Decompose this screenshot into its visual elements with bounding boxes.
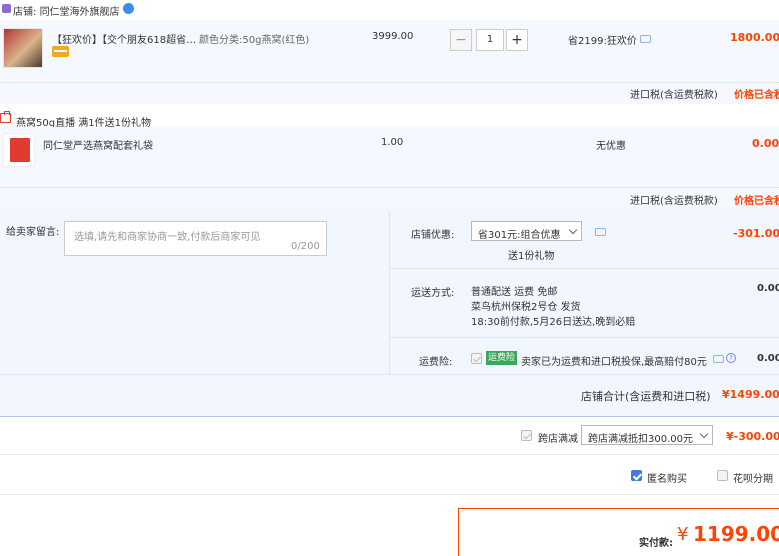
item-1-tax-value: 价格已含税 <box>734 90 779 101</box>
cross-store-select[interactable]: 跨店满减抵扣300.00元 <box>581 425 713 445</box>
item-2-tax-label: 进口税(含运费税款) <box>630 196 718 207</box>
shipping-label: 运送方式: <box>411 288 455 299</box>
insurance-checkbox <box>471 353 482 364</box>
cross-store-checkbox <box>521 430 532 441</box>
store-verified-icon <box>123 3 134 14</box>
item-2-price: 1.00 <box>381 137 404 148</box>
anonymous-label: 匿名购买 <box>647 474 687 485</box>
divider <box>389 212 390 374</box>
item-1-discount: 省2199:狂欢价 <box>568 36 637 47</box>
store-discount-value: -301.00 <box>733 227 779 240</box>
divider <box>390 268 779 269</box>
store-label: 店铺: <box>13 7 37 18</box>
divider <box>0 454 779 455</box>
divider <box>0 374 779 375</box>
installment-label: 花呗分期 <box>733 474 773 485</box>
message-placeholder: 选填,请先和商家协商一致,付款后商家可见 <box>74 232 261 243</box>
help-icon[interactable]: ? <box>726 353 736 363</box>
chat-icon[interactable] <box>640 35 651 43</box>
store-icon <box>2 4 11 13</box>
payment-label: 实付款: <box>639 538 673 549</box>
store-total-value: ¥1499.00 <box>722 388 779 401</box>
chat-icon[interactable] <box>713 355 724 363</box>
chevron-down-icon <box>568 225 578 235</box>
chat-icon[interactable] <box>595 228 606 236</box>
cross-store-label: 跨店满减 <box>538 434 578 445</box>
anonymous-checkbox[interactable] <box>631 470 642 481</box>
item-1-total: 1800.00 <box>730 31 779 44</box>
store-discount-gift: 送1份礼物 <box>508 251 555 262</box>
divider <box>390 337 779 338</box>
shipping-warehouse: 菜鸟杭州保税2号仓 发货 <box>471 302 581 313</box>
insurance-value: 0.00 <box>757 353 779 364</box>
store-total-label: 店铺合计(含运费和进口税) <box>581 390 711 403</box>
cross-store-selected: 跨店满减抵扣300.00元 <box>588 434 693 445</box>
item-1-thumbnail[interactable] <box>3 28 43 68</box>
plus-button[interactable]: + <box>506 29 528 51</box>
quantity-stepper: − 1 + <box>450 29 528 51</box>
item-2-tax-value: 价格已含税 <box>734 196 779 207</box>
store-discount-select[interactable]: 省301元:组合优惠 <box>471 221 582 241</box>
shipping-value: 0.00 <box>757 283 779 294</box>
store-title: 店铺: 同仁堂海外旗舰店 <box>13 3 120 18</box>
store-name-link[interactable]: 同仁堂海外旗舰店 <box>40 7 120 18</box>
item-1-tax-label: 进口税(含运费税款) <box>630 90 718 101</box>
payment-amount: 1199.00 <box>693 522 779 546</box>
item-1-price: 3999.00 <box>372 31 414 42</box>
store-discount-selected: 省301元:组合优惠 <box>478 230 561 241</box>
store-discount-label: 店铺优惠: <box>411 230 455 241</box>
installment-checkbox[interactable] <box>717 470 728 481</box>
item-2-total: 0.00 <box>752 137 779 150</box>
item-2-discount: 无优惠 <box>596 141 626 152</box>
message-label: 给卖家留言: <box>6 227 60 238</box>
cross-store-value: ¥-300.00 <box>726 430 779 443</box>
item-1-sku: 颜色分类:50g燕窝(红色) <box>199 35 310 46</box>
divider <box>0 187 779 188</box>
item-2-title[interactable]: 同仁堂严选燕窝配套礼袋 <box>43 137 153 152</box>
insurance-badge: 运费险 <box>486 351 517 365</box>
shipping-method: 普通配送 运费 免邮 <box>471 287 558 298</box>
payment-currency: ¥ <box>677 524 689 545</box>
insurance-label: 运费险: <box>419 357 453 368</box>
item-1-title[interactable]: 【狂欢价】【交个朋友618超省… <box>52 31 196 46</box>
message-char-count: 0/200 <box>291 241 320 252</box>
shipping-eta: 18:30前付款,5月26日送达,晚到必赔 <box>471 317 636 328</box>
insurance-text: 卖家已为运费和进口税投保,最高赔付80元 <box>521 357 707 368</box>
quantity-input[interactable]: 1 <box>476 29 504 51</box>
gift-icon <box>0 111 11 123</box>
chevron-down-icon <box>699 429 709 439</box>
item-2-thumbnail[interactable] <box>3 133 35 167</box>
divider <box>0 494 779 495</box>
divider <box>0 82 779 83</box>
credit-card-icon <box>52 46 69 57</box>
minus-button[interactable]: − <box>450 29 472 51</box>
